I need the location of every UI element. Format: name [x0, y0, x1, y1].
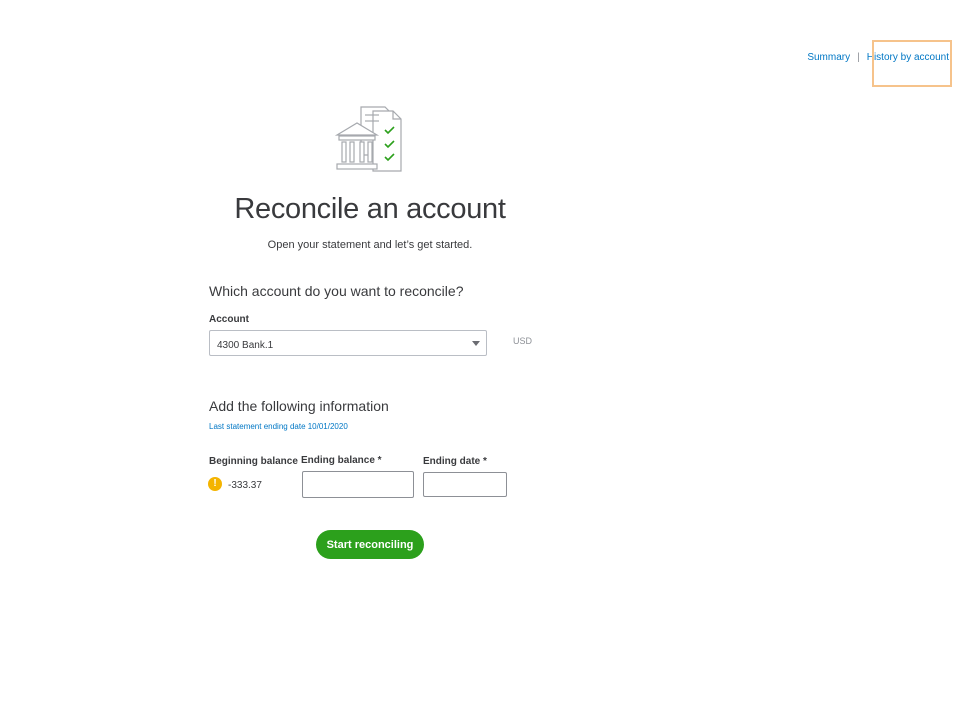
- warning-icon: !: [208, 477, 222, 491]
- start-reconciling-button[interactable]: Start reconciling: [316, 530, 424, 559]
- ending-date-input[interactable]: [423, 472, 507, 497]
- currency-label: USD: [513, 336, 533, 346]
- chevron-down-icon: [472, 341, 480, 346]
- account-question: Which account do you want to reconcile?: [209, 283, 464, 299]
- bank-statement-checklist-icon: [335, 106, 402, 172]
- page-title: Reconcile an account: [234, 193, 506, 225]
- focus-highlight: [872, 40, 952, 87]
- page-subtitle: Open your statement and let’s get starte…: [267, 239, 473, 251]
- last-statement-date: Last statement ending date 10/01/2020: [209, 422, 348, 431]
- account-select[interactable]: 4300 Bank.1: [209, 330, 487, 356]
- beginning-balance-value: -333.37: [228, 480, 262, 491]
- nav-separator: |: [857, 52, 860, 63]
- summary-link[interactable]: Summary: [807, 52, 850, 63]
- ending-date-label: Ending date *: [423, 456, 487, 467]
- beginning-balance-label: Beginning balance: [209, 456, 298, 467]
- ending-balance-input[interactable]: [302, 471, 414, 498]
- account-select-value: 4300 Bank.1: [217, 340, 274, 351]
- info-heading: Add the following information: [209, 398, 389, 414]
- account-label: Account: [209, 314, 249, 325]
- ending-balance-label: Ending balance *: [301, 455, 382, 466]
